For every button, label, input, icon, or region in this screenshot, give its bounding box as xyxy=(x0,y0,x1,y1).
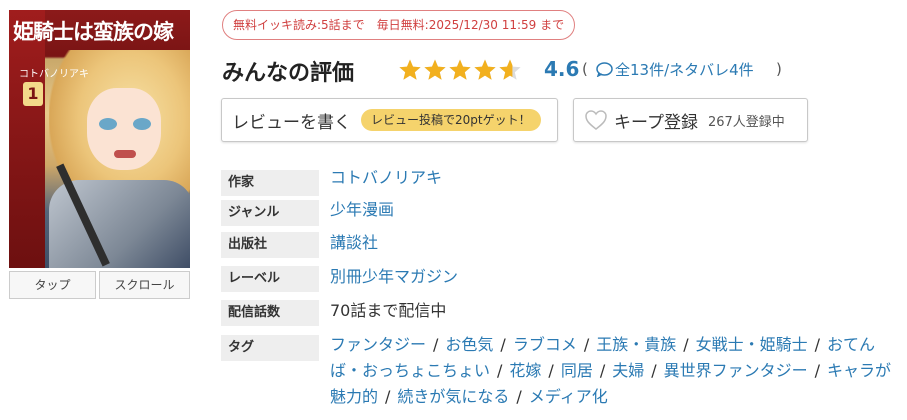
free-reading-badge: 無料イッキ読み:5話まで 毎日無料:2025/12/30 11:59 まで xyxy=(222,10,576,40)
write-review-button[interactable]: レビューを書く レビュー投稿で20ptゲット！ xyxy=(221,98,558,142)
cover-author: コトバノリアキ xyxy=(19,69,89,80)
imprint-link[interactable]: 別冊少年マガジン xyxy=(330,266,458,288)
tag-link[interactable]: 王族・貴族 xyxy=(596,335,676,354)
rating-title: みんなの評価 xyxy=(222,61,355,86)
tag-link[interactable]: メディア化 xyxy=(529,387,608,406)
publisher-link[interactable]: 講談社 xyxy=(330,232,378,254)
cover-title: 姫騎士は蛮族の嫁 xyxy=(13,19,174,44)
keep-label: キープ登録 xyxy=(614,112,698,133)
episodes-value: 70話まで配信中 xyxy=(330,301,447,320)
tag-separator: / xyxy=(516,387,522,406)
review-count-link[interactable]: 全13件/ネタバレ4件 xyxy=(596,59,754,80)
tag-separator: / xyxy=(548,361,554,380)
star-icon xyxy=(499,59,521,80)
author-label: 作家 xyxy=(221,170,319,196)
cover-eye xyxy=(99,118,117,130)
scroll-mode-button[interactable]: スクロール xyxy=(99,271,190,299)
star-icon xyxy=(399,59,421,80)
tap-mode-button[interactable]: タップ xyxy=(9,271,96,299)
tag-link[interactable]: 異世界ファンタジー xyxy=(664,361,808,380)
keep-button[interactable]: キープ登録 267人登録中 xyxy=(573,98,808,142)
episodes-label: 配信話数 xyxy=(221,300,319,326)
tag-link[interactable]: 夫婦 xyxy=(612,361,644,380)
tag-separator: / xyxy=(599,361,606,380)
tag-link[interactable]: 花嫁 xyxy=(509,361,541,380)
tag-separator: / xyxy=(683,335,689,354)
cover-mouth xyxy=(114,150,136,158)
star-icon xyxy=(449,59,471,80)
tag-separator: / xyxy=(651,361,657,380)
cover-volume: 1 xyxy=(23,82,43,106)
star-icon xyxy=(424,59,446,80)
heart-icon xyxy=(585,110,607,130)
tag-list: ファンタジー / お色気 / ラブコメ / 王族・貴族 / 女戦士・姫騎士 / おてんば・おっちょこ… xyxy=(330,332,900,410)
tag-link[interactable]: 同居 xyxy=(561,361,593,380)
imprint-label: レーベル xyxy=(221,266,319,292)
tag-link[interactable]: ファンタジー xyxy=(330,335,426,354)
close-paren: ) xyxy=(776,60,782,78)
tags-label: タグ xyxy=(221,335,319,361)
tag-separator: / xyxy=(814,361,821,380)
keep-count: 267人登録中 xyxy=(707,114,785,130)
rating-stars xyxy=(398,58,522,82)
review-count-text: 全13件/ネタバレ4件 xyxy=(615,61,754,79)
tag-separator: / xyxy=(497,361,503,380)
tag-link[interactable]: ラブコメ xyxy=(513,335,577,354)
publisher-label: 出版社 xyxy=(221,232,319,258)
speech-bubble-icon xyxy=(596,62,613,77)
cover-image[interactable]: 姫騎士は蛮族の嫁 コトバノリアキ 1 xyxy=(9,10,190,268)
tag-link[interactable]: 女戦士・姫騎士 xyxy=(696,335,808,354)
tag-separator: / xyxy=(583,335,590,354)
star-icon xyxy=(474,59,496,80)
author-link[interactable]: コトバノリアキ xyxy=(330,167,442,189)
cover-frame xyxy=(9,10,45,268)
open-paren: ( xyxy=(582,60,588,78)
genre-link[interactable]: 少年漫画 xyxy=(330,199,394,221)
cover-eye xyxy=(133,118,151,130)
tag-separator: / xyxy=(814,335,821,354)
write-review-label: レビューを書く xyxy=(232,112,351,133)
tag-separator: / xyxy=(385,387,391,406)
tag-separator: / xyxy=(433,335,439,354)
tag-link[interactable]: お色気 xyxy=(445,335,493,354)
genre-label: ジャンル xyxy=(221,200,319,226)
tag-link[interactable]: 続きが気になる xyxy=(397,387,509,406)
tag-separator: / xyxy=(500,335,506,354)
rating-score: 4.6 xyxy=(544,57,580,81)
review-bonus-badge: レビュー投稿で20ptゲット！ xyxy=(361,109,541,131)
